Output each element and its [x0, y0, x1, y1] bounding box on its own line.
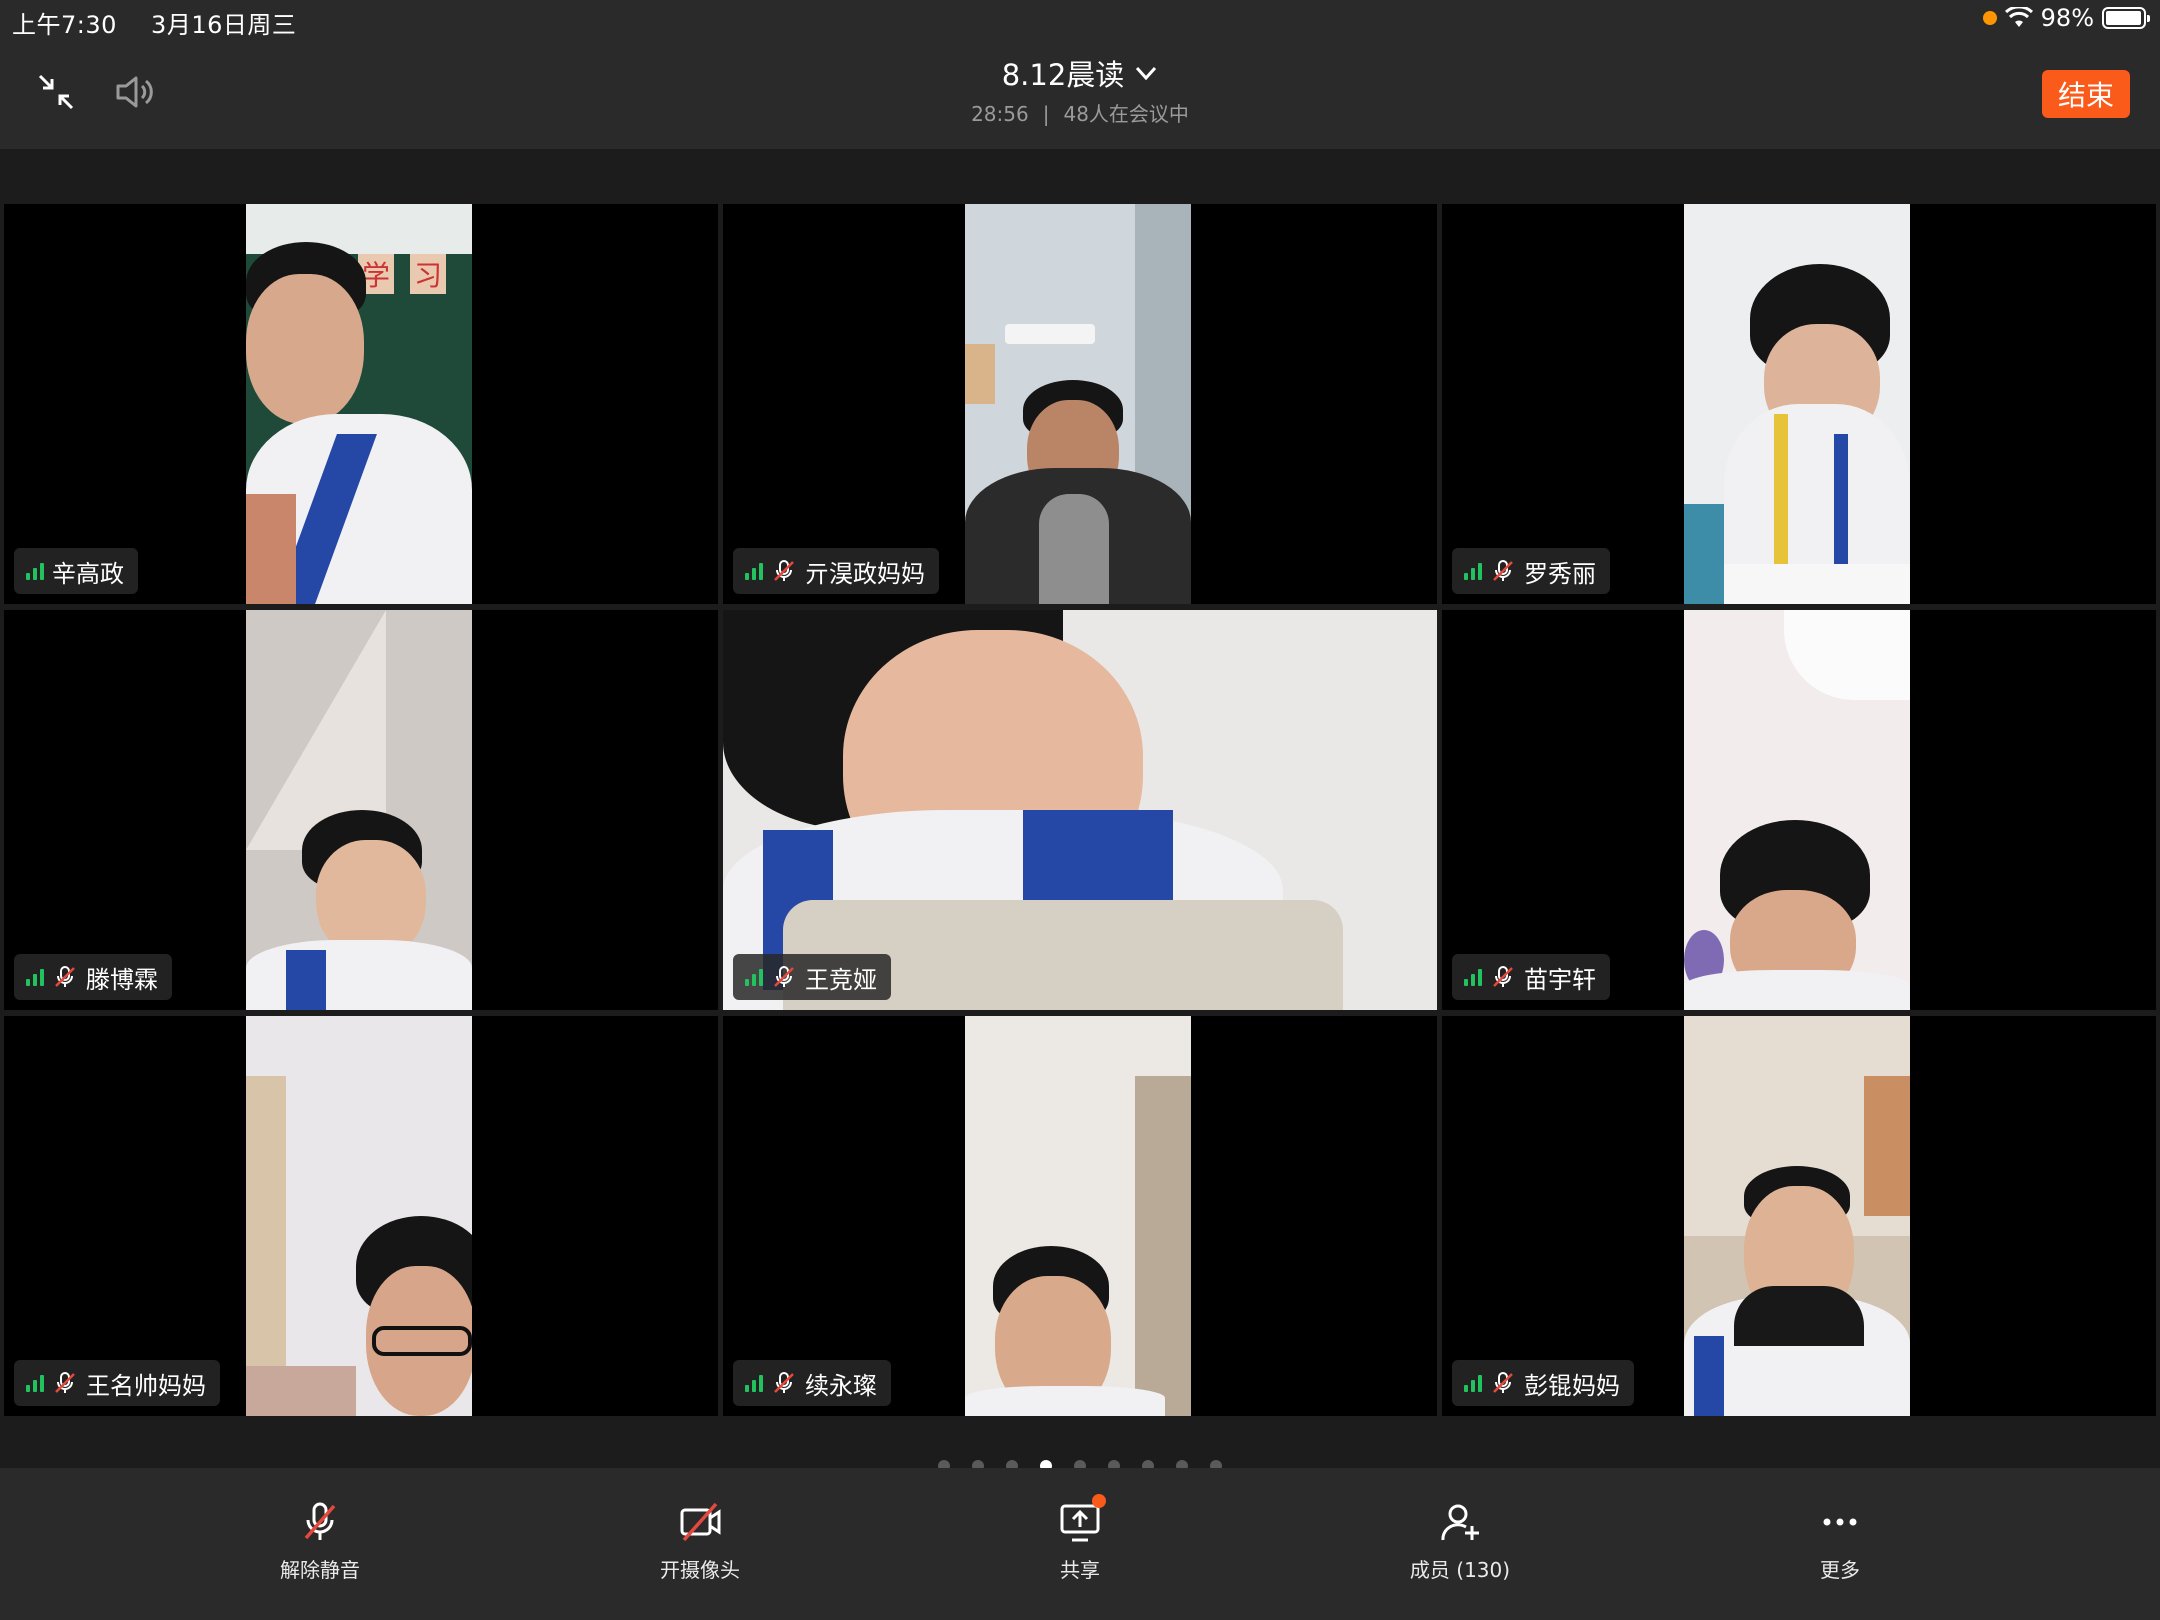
participant-name: 罗秀丽: [1524, 559, 1596, 588]
participant-nametag: 亓淏政妈妈: [733, 548, 939, 594]
unmute-button[interactable]: 解除静音: [220, 1500, 420, 1583]
video-tile[interactable]: 彭锟妈妈: [1442, 1016, 2156, 1416]
battery-icon: [2102, 7, 2150, 29]
participant-nametag: 王名帅妈妈: [14, 1360, 220, 1406]
meeting-elapsed: 28:56: [971, 102, 1029, 126]
mic-off-icon: [1493, 560, 1513, 581]
signal-icon: [745, 1374, 763, 1392]
participant-video: [246, 610, 472, 1010]
meeting-subtitle: 28:56 | 48人在会议中: [0, 98, 2160, 127]
participant-video: [1684, 610, 1910, 1010]
camera-off-icon: [680, 1502, 721, 1542]
participant-video: [1684, 1016, 1910, 1416]
subtitle-separator: |: [1042, 102, 1050, 126]
mic-off-icon: [304, 1502, 336, 1540]
mic-off-icon: [1493, 966, 1513, 987]
participant-video: [723, 610, 1437, 1010]
camera-button[interactable]: 开摄像头: [600, 1500, 800, 1583]
signal-icon: [1464, 968, 1482, 986]
participant-name: 苗宇轩: [1524, 965, 1596, 994]
members-label: 成员 (130): [1409, 1558, 1511, 1582]
mic-off-icon: [774, 1372, 794, 1393]
members-button[interactable]: 成员 (130): [1360, 1500, 1560, 1583]
meeting-title-text: 8.12晨读: [1001, 58, 1125, 92]
camera-label: 开摄像头: [660, 1558, 740, 1582]
meeting-header: 上午7:30 3月16日周三 98% 8.12晨读 28:56 | 48人在会议…: [0, 0, 2160, 149]
participant-video: 学 习: [246, 204, 472, 604]
battery-percent: 98%: [2040, 4, 2094, 32]
participant-name: 亓淏政妈妈: [805, 559, 925, 588]
privacy-indicator-icon: [1982, 11, 1997, 25]
video-tile[interactable]: 滕博霖: [4, 610, 718, 1010]
more-label: 更多: [1820, 1558, 1860, 1582]
participant-name: 王名帅妈妈: [86, 1371, 206, 1400]
more-icon: [1823, 1518, 1857, 1526]
participant-nametag: 续永璨: [733, 1360, 891, 1406]
mic-off-icon: [774, 560, 794, 581]
participant-name: 王竞娅: [805, 965, 877, 994]
video-grid: 学 习 辛高政 亓淏政妈妈 罗秀丽 滕博霖 王竞娅 苗宇轩 王名帅妈妈 续永璨 …: [4, 204, 2156, 1416]
mic-off-icon: [774, 966, 794, 987]
header-spacer: [0, 149, 2160, 204]
video-tile[interactable]: 王名帅妈妈: [4, 1016, 718, 1416]
participant-name: 续永璨: [805, 1371, 877, 1400]
status-bar: 上午7:30 3月16日周三 98%: [0, 0, 2160, 40]
participant-video: [246, 1016, 472, 1416]
mic-off-icon: [1493, 1372, 1513, 1393]
participant-nametag: 王竞娅: [733, 954, 891, 1000]
mic-off-icon: [55, 966, 75, 987]
participant-nametag: 滕博霖: [14, 954, 172, 1000]
participant-nametag: 辛高政: [14, 548, 138, 594]
share-label: 共享: [1060, 1558, 1100, 1582]
more-button[interactable]: 更多: [1740, 1500, 1940, 1583]
status-date: 3月16日周三: [151, 11, 297, 39]
video-tile[interactable]: 罗秀丽: [1442, 204, 2156, 604]
add-member-icon: [1441, 1504, 1479, 1541]
participant-name: 彭锟妈妈: [1524, 1371, 1620, 1400]
unmute-label: 解除静音: [280, 1558, 360, 1582]
participant-nametag: 彭锟妈妈: [1452, 1360, 1634, 1406]
video-tile[interactable]: 苗宇轩: [1442, 610, 2156, 1010]
share-button[interactable]: 共享: [980, 1494, 1180, 1583]
bottom-toolbar: 解除静音 开摄像头 共享 成员 (130) 更多: [0, 1468, 2160, 1620]
video-tile[interactable]: 亓淏政妈妈: [723, 204, 1437, 604]
signal-icon: [745, 562, 763, 580]
mic-off-icon: [55, 1372, 75, 1393]
video-tile[interactable]: 续永璨: [723, 1016, 1437, 1416]
end-meeting-button[interactable]: 结束: [2042, 70, 2130, 118]
signal-icon: [1464, 562, 1482, 580]
video-tile[interactable]: 学 习 辛高政: [4, 204, 718, 604]
participant-nametag: 苗宇轩: [1452, 954, 1610, 1000]
participant-video: [965, 1016, 1191, 1416]
share-notification-badge: [1092, 1494, 1106, 1508]
chevron-down-icon: [1136, 66, 1157, 81]
participant-video: [1684, 204, 1910, 604]
signal-icon: [26, 1374, 44, 1392]
participant-video: [965, 204, 1191, 604]
participant-name: 辛高政: [52, 559, 124, 588]
status-time: 上午7:30: [12, 11, 117, 39]
signal-icon: [26, 562, 44, 580]
signal-icon: [745, 968, 763, 986]
participant-nametag: 罗秀丽: [1452, 548, 1610, 594]
meeting-title[interactable]: 8.12晨读: [1002, 52, 1159, 94]
participant-name: 滕博霖: [86, 965, 158, 994]
participants-in-meeting: 48人在会议中: [1063, 102, 1189, 126]
signal-icon: [26, 968, 44, 986]
signal-icon: [1464, 1374, 1482, 1392]
wifi-icon: [2004, 7, 2033, 27]
video-tile-active-speaker[interactable]: 王竞娅: [723, 610, 1437, 1010]
